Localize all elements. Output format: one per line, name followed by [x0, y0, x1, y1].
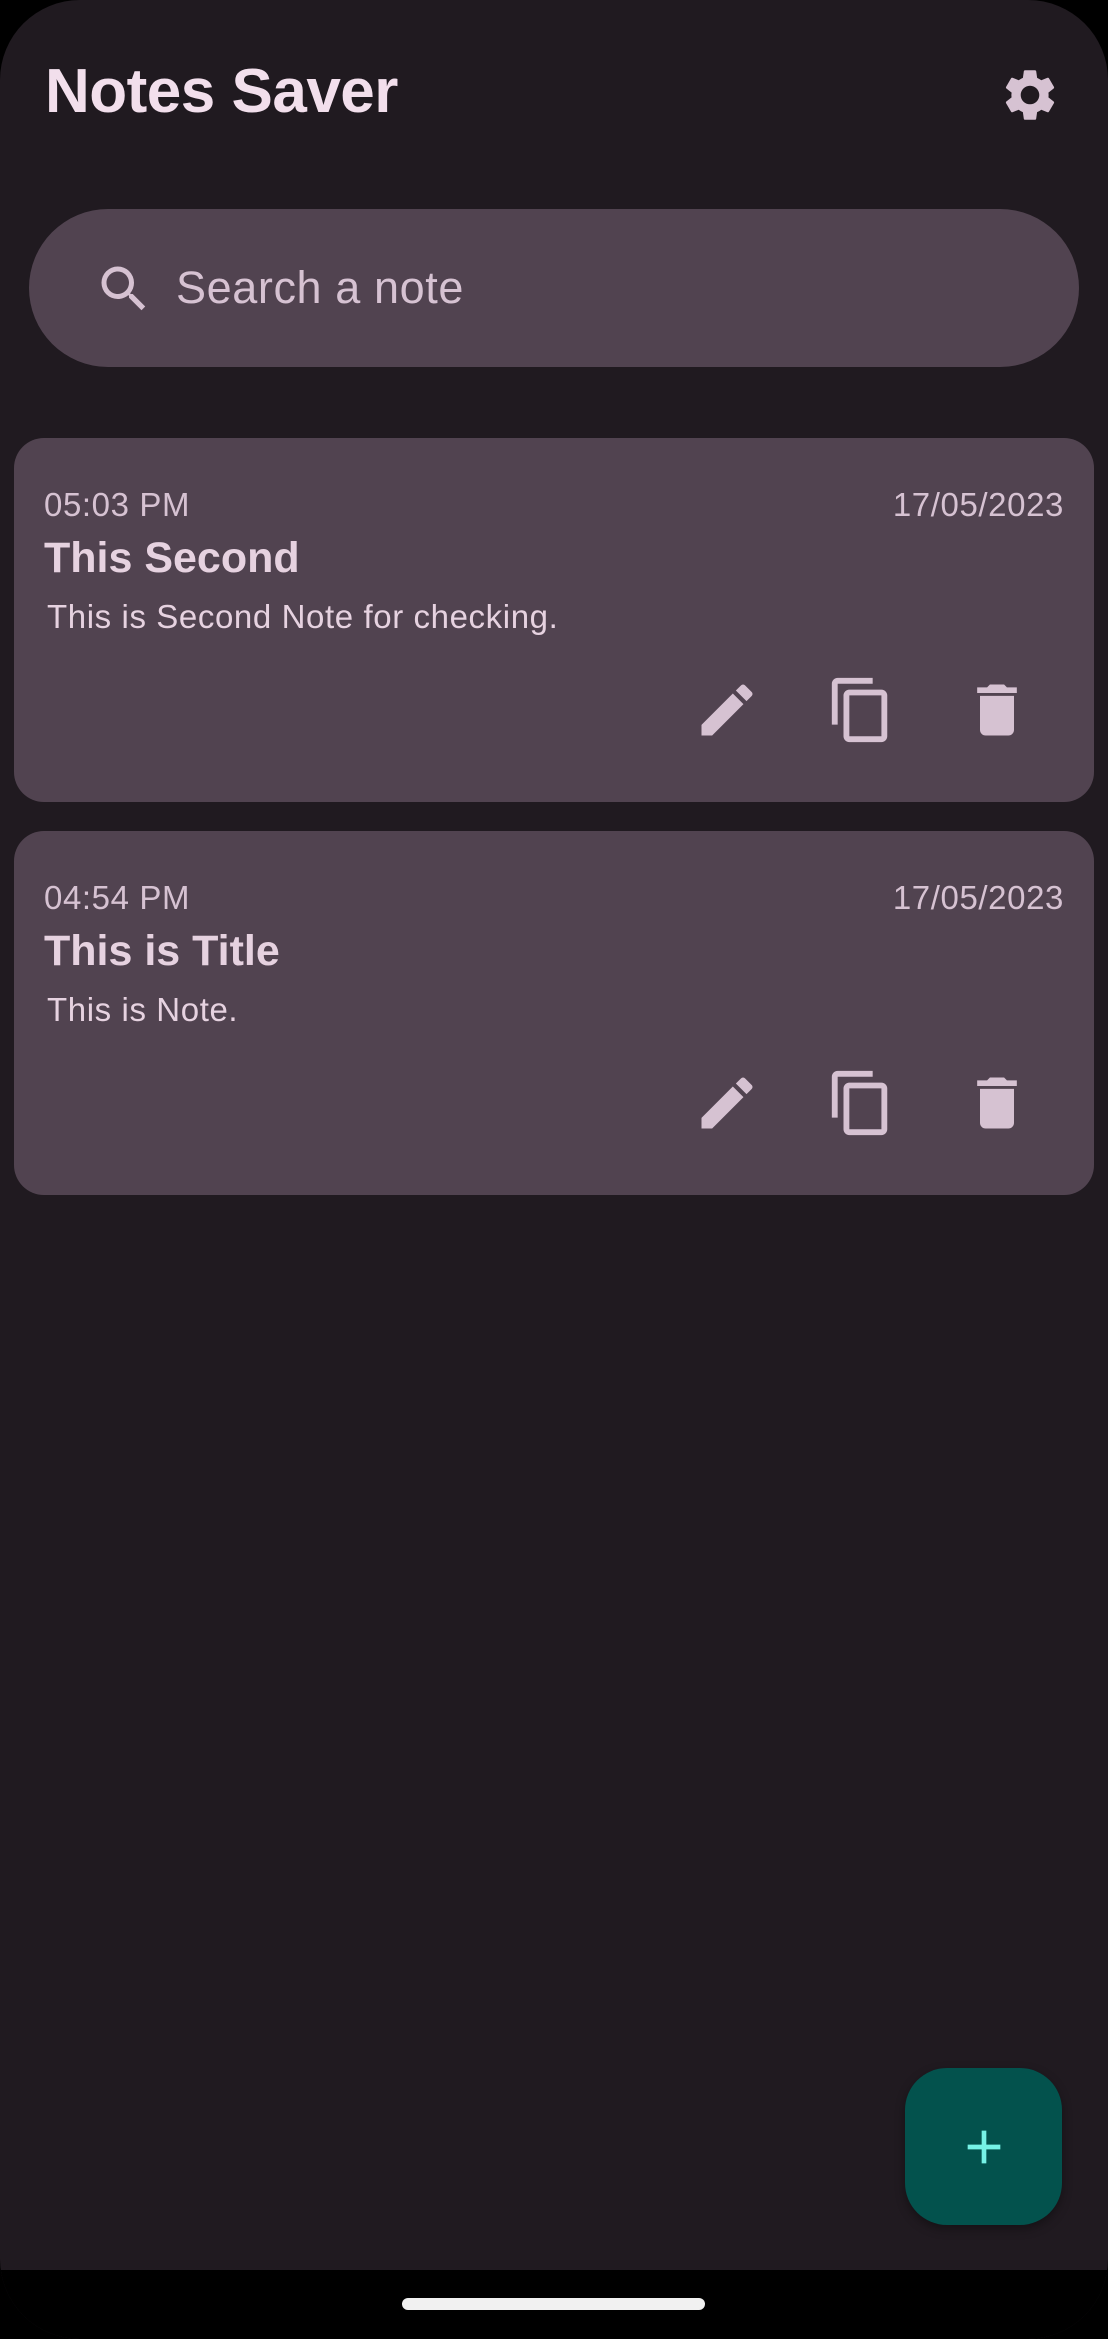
edit-icon [701, 684, 753, 736]
note-body: This is Second Note for checking. [47, 598, 559, 635]
note-card[interactable]: 05:03 PM 17/05/2023 This Second This is … [14, 438, 1094, 802]
note-time: 04:54 PM [44, 879, 191, 916]
search-input[interactable] [176, 209, 1036, 367]
delete-icon [977, 1077, 1017, 1129]
copy-note-button[interactable] [821, 1063, 901, 1143]
copy-icon [831, 677, 888, 743]
delete-icon [977, 684, 1017, 736]
copy-icon [831, 1070, 888, 1136]
copy-note-button[interactable] [821, 670, 901, 750]
home-indicator[interactable] [402, 2298, 705, 2310]
page-title: Notes Saver [45, 57, 398, 126]
add-note-button[interactable] [905, 2068, 1062, 2225]
note-body: This is Note. [47, 991, 239, 1028]
delete-note-button[interactable] [957, 670, 1037, 750]
note-title: This Second [44, 534, 300, 582]
app-screen: Notes Saver 05:03 PM 17/05/2023 This Sec… [0, 0, 1108, 2339]
add-icon [967, 2130, 1000, 2163]
edit-icon [701, 1077, 753, 1129]
settings-button[interactable] [990, 55, 1070, 135]
note-time: 05:03 PM [44, 486, 191, 523]
note-card[interactable]: 04:54 PM 17/05/2023 This is Title This i… [14, 831, 1094, 1195]
note-title: This is Title [44, 927, 280, 975]
edit-note-button[interactable] [687, 1063, 767, 1143]
search-bar[interactable] [29, 209, 1079, 367]
note-date: 17/05/2023 [892, 879, 1064, 916]
note-date: 17/05/2023 [892, 486, 1064, 523]
search-icon [101, 266, 146, 311]
gear-icon [1005, 70, 1055, 120]
delete-note-button[interactable] [957, 1063, 1037, 1143]
edit-note-button[interactable] [687, 670, 767, 750]
